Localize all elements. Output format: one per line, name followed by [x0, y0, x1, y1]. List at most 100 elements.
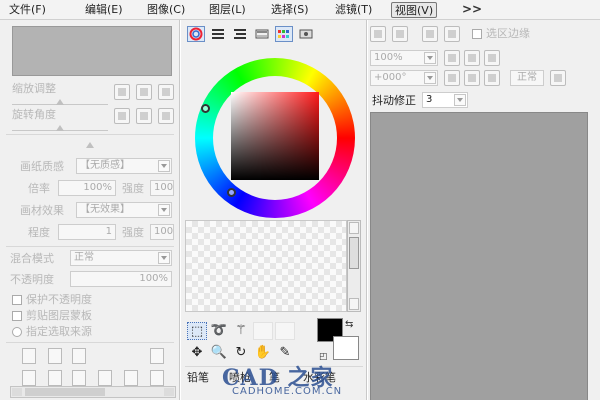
color-swatch-mode-icon[interactable]: [275, 26, 293, 42]
selection-source-label: 指定选取来源: [26, 325, 92, 338]
redo-button[interactable]: [392, 26, 408, 42]
navigator-layer-panel: 缩放调整 旋转角度 画纸质感 【无质感】 倍率 100% 强度 100 画材效果…: [0, 20, 180, 400]
menu-view[interactable]: 视图(V): [391, 2, 438, 18]
zoom-in-button[interactable]: [464, 50, 480, 66]
stabilizer-label: 抖动修正: [372, 94, 416, 107]
menu-file[interactable]: 文件(F): [6, 2, 49, 18]
selection-edge-label: 选区边缘: [486, 27, 530, 40]
lasso-tool[interactable]: ➰: [209, 322, 229, 340]
new-vector-layer-icon[interactable]: [48, 348, 62, 364]
flip-view-button[interactable]: [550, 70, 566, 86]
blend-mode-select[interactable]: 正常: [70, 250, 172, 266]
sv-marker[interactable]: [227, 188, 236, 197]
chevron-down-icon: [158, 252, 170, 264]
deselect-button[interactable]: [422, 26, 438, 42]
paper-texture-label: 画纸质感: [20, 160, 64, 173]
menu-bar: 文件(F) 编辑(E) 图像(C) 图层(L) 选择(S) 滤镜(T) 视图(V…: [0, 0, 600, 20]
zoom-reset-button[interactable]: [158, 84, 174, 100]
chevron-down-icon: [424, 52, 436, 64]
undo-button[interactable]: [370, 26, 386, 42]
clear-layer-icon[interactable]: [72, 370, 86, 386]
rotate-right-button[interactable]: [136, 108, 152, 124]
degree-field[interactable]: 1: [58, 224, 116, 240]
layer-up-icon[interactable]: [124, 370, 138, 386]
gradient-mode-icon[interactable]: [253, 26, 271, 42]
rotate-left-button[interactable]: [444, 70, 460, 86]
background-color[interactable]: [333, 336, 359, 360]
hsv-slider-mode-icon[interactable]: [231, 26, 249, 42]
layer-down-icon[interactable]: [98, 370, 112, 386]
view-mode-field[interactable]: 正常: [510, 70, 544, 86]
strength2-field[interactable]: 100: [150, 224, 174, 240]
zoom-reset-button[interactable]: [484, 50, 500, 66]
menu-more-button[interactable]: >>: [462, 2, 482, 16]
stabilizer-value: 3: [426, 94, 433, 105]
brush-tab-pencil[interactable]: 铅笔: [187, 370, 209, 386]
menu-select[interactable]: 选择(S): [268, 2, 312, 18]
color-swatch-area[interactable]: [185, 220, 347, 312]
rgb-slider-mode-icon[interactable]: [209, 26, 227, 42]
new-folder-icon[interactable]: [72, 348, 86, 364]
chevron-down-icon: [158, 204, 170, 216]
zoom-out-button[interactable]: [114, 84, 130, 100]
delete-layer-icon[interactable]: [150, 370, 164, 386]
rotate-reset-button[interactable]: [484, 70, 500, 86]
rotate-label: 旋转角度: [12, 108, 56, 121]
degree-label: 程度: [28, 226, 50, 239]
rotate-right-button[interactable]: [464, 70, 480, 86]
layer-mask-icon[interactable]: [150, 348, 164, 364]
zoom-label: 缩放调整: [12, 82, 56, 95]
menu-edit[interactable]: 编辑(E): [82, 2, 126, 18]
material-effect-select[interactable]: 【无效果】: [76, 202, 172, 218]
merge-down-icon[interactable]: [48, 370, 62, 386]
zoom-out-button[interactable]: [444, 50, 460, 66]
menu-layer[interactable]: 图层(L): [206, 2, 249, 18]
scrollbar-thumb[interactable]: [349, 237, 359, 269]
zoom-select[interactable]: 100%: [370, 50, 438, 66]
scale-field[interactable]: 100%: [58, 180, 116, 196]
swap-colors-icon[interactable]: ⇆: [345, 318, 353, 332]
stabilizer-select[interactable]: 3: [422, 92, 468, 108]
new-layer-icon[interactable]: [22, 348, 36, 364]
copy-layer-icon[interactable]: [22, 370, 36, 386]
hue-marker[interactable]: [201, 104, 210, 113]
saturation-value-square[interactable]: [231, 92, 319, 180]
rotate-slider-knob[interactable]: [56, 125, 64, 131]
empty-tool-slot: [275, 322, 295, 340]
scratch-pad-mode-icon[interactable]: [297, 26, 315, 42]
scrollbar-thumb[interactable]: [25, 388, 105, 396]
scroll-left-icon[interactable]: [12, 388, 22, 396]
scale-label: 倍率: [28, 182, 50, 195]
color-wheel-mode-icon[interactable]: [187, 26, 205, 42]
scroll-right-icon[interactable]: [164, 388, 174, 396]
rotation-select[interactable]: +000°: [370, 70, 438, 86]
canvas[interactable]: [370, 112, 588, 400]
magic-wand-tool[interactable]: ⚚: [231, 322, 251, 340]
strength-field[interactable]: 100: [150, 180, 174, 196]
scroll-down-icon[interactable]: [349, 298, 359, 310]
zoom-slider-knob[interactable]: [56, 99, 64, 105]
rotate-left-button[interactable]: [114, 108, 130, 124]
material-effect-label: 画材效果: [20, 204, 64, 217]
selection-edge-checkbox[interactable]: [472, 29, 482, 39]
move-tool[interactable]: ✥: [187, 344, 207, 362]
selection-source-radio[interactable]: [12, 327, 22, 337]
opacity-field[interactable]: 100%: [70, 271, 172, 287]
rotate-reset-button[interactable]: [158, 108, 174, 124]
invert-selection-button[interactable]: [444, 26, 460, 42]
protect-opacity-checkbox[interactable]: [12, 295, 22, 305]
paper-texture-select[interactable]: 【无质感】: [76, 158, 172, 174]
rect-select-tool[interactable]: ⬚: [187, 322, 207, 340]
divider: [6, 246, 174, 247]
zoom-in-button[interactable]: [136, 84, 152, 100]
scroll-up-icon[interactable]: [349, 222, 359, 234]
panel-splitter-handle[interactable]: [86, 142, 94, 148]
layer-panel-scrollbar[interactable]: [10, 386, 176, 398]
menu-image[interactable]: 图像(C): [144, 2, 188, 18]
color-wheel[interactable]: [195, 58, 355, 218]
menu-filter[interactable]: 滤镜(T): [332, 2, 375, 18]
navigator-preview[interactable]: [12, 26, 172, 76]
divider: [6, 342, 174, 343]
swatch-scrollbar[interactable]: [347, 220, 361, 312]
clipping-group-checkbox[interactable]: [12, 311, 22, 321]
